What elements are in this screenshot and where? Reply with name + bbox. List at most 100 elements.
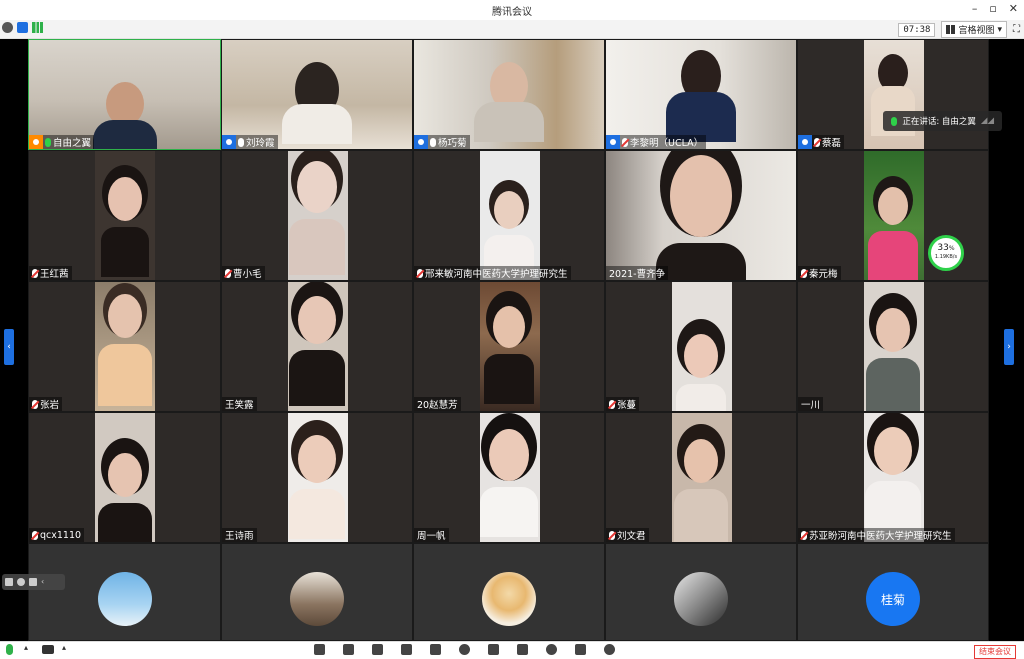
participant-nameplate: 李黎明（UCLA） bbox=[606, 135, 707, 149]
cohost-icon bbox=[798, 135, 812, 149]
participant-figure bbox=[676, 334, 726, 411]
participant-nameplate: 苏亚盼河南中医药大学护理研究生 bbox=[798, 528, 955, 542]
fullscreen-icon[interactable]: ⛶ bbox=[1013, 24, 1020, 35]
camera-button-icon[interactable] bbox=[42, 645, 54, 654]
restore-icon[interactable]: ▫ bbox=[989, 2, 996, 15]
participant-figure bbox=[97, 453, 152, 542]
participant-nameplate: 秦元梅 bbox=[798, 266, 841, 280]
host-icon bbox=[29, 135, 43, 149]
video-tile[interactable]: 蔡磊 bbox=[797, 39, 989, 150]
participant-nameplate: 2021-曹齐争 bbox=[606, 266, 669, 280]
participant-figure bbox=[484, 306, 534, 411]
close-icon[interactable]: ✕ bbox=[1009, 2, 1018, 15]
meeting-toolbar: 07:38 宫格视图 ▾ ⛶ bbox=[0, 20, 1024, 39]
info-icon[interactable] bbox=[2, 22, 13, 33]
participant-figure bbox=[480, 429, 538, 542]
video-tile[interactable]: 自由之翼 bbox=[28, 39, 221, 150]
minimize-icon[interactable]: – bbox=[972, 2, 978, 15]
video-tile[interactable]: 王红茜 bbox=[28, 150, 221, 281]
chevron-down-icon: ▾ bbox=[997, 24, 1002, 35]
title-bar: 腾讯会议 – ▫ ✕ bbox=[0, 0, 1024, 21]
video-tile[interactable]: 邢来敏河南中医药大学护理研究生 bbox=[413, 150, 605, 281]
participant-figure bbox=[97, 294, 152, 411]
avatar-tile[interactable] bbox=[605, 543, 797, 641]
screen-icon[interactable] bbox=[29, 578, 37, 586]
prev-page-button[interactable]: ‹ bbox=[4, 329, 14, 365]
mic-muted-icon bbox=[814, 137, 820, 147]
video-tile[interactable]: 张岩 bbox=[28, 281, 221, 412]
participant-figure bbox=[656, 155, 746, 280]
video-tile[interactable]: 王笑露 bbox=[221, 281, 413, 412]
mic-button-icon[interactable] bbox=[6, 644, 13, 655]
video-tile[interactable]: 李黎明（UCLA） bbox=[605, 39, 797, 150]
chevron-up-icon[interactable]: ▴ bbox=[62, 643, 66, 652]
next-page-button[interactable]: › bbox=[1004, 329, 1014, 365]
participant-nameplate: 张蔓 bbox=[606, 397, 640, 411]
document-icon[interactable] bbox=[575, 644, 586, 655]
floating-controls[interactable]: ‹ bbox=[2, 574, 65, 590]
reaction-icon[interactable] bbox=[546, 644, 557, 655]
participant-nameplate: 曹小毛 bbox=[222, 266, 265, 280]
participant-nameplate: 邢来敏河南中医药大学护理研究生 bbox=[414, 266, 571, 280]
mic-muted-icon bbox=[609, 399, 615, 409]
avatar-tile[interactable] bbox=[221, 543, 413, 641]
video-tile[interactable]: 周一帆 bbox=[413, 412, 605, 543]
mic-muted-icon bbox=[225, 268, 231, 278]
participant-nameplate: qcx1110 bbox=[29, 528, 85, 542]
participant-nameplate: 蔡磊 bbox=[798, 135, 845, 149]
video-tile[interactable]: 杨巧菊 bbox=[413, 39, 605, 150]
chat-icon[interactable] bbox=[430, 644, 441, 655]
members-icon[interactable] bbox=[401, 644, 412, 655]
participant-figure bbox=[674, 439, 728, 542]
video-tile[interactable]: qcx1110 bbox=[28, 412, 221, 543]
participant-figure bbox=[289, 435, 345, 542]
photo-avatar-icon bbox=[290, 572, 344, 626]
mic-muted-icon bbox=[32, 268, 38, 278]
view-switch-button[interactable]: 宫格视图 ▾ bbox=[941, 21, 1007, 38]
avatar-tile[interactable] bbox=[413, 543, 605, 641]
text-avatar: 桂菊 bbox=[866, 572, 920, 626]
participant-nameplate: 张岩 bbox=[29, 397, 63, 411]
cohost-icon bbox=[414, 135, 428, 149]
collapse-icon[interactable]: ‹ bbox=[41, 578, 49, 586]
avatar-tile[interactable]: 桂菊 bbox=[797, 543, 989, 641]
video-tile[interactable]: 王诗雨 bbox=[221, 412, 413, 543]
video-tile[interactable]: 曹小毛 bbox=[221, 150, 413, 281]
cohost-icon bbox=[606, 135, 620, 149]
video-tile[interactable]: 一川 bbox=[797, 281, 989, 412]
participant-figure bbox=[289, 161, 345, 280]
video-tile[interactable]: 刘玲霞 bbox=[221, 39, 413, 150]
share-screen-icon[interactable] bbox=[314, 644, 325, 655]
video-tile[interactable]: 刘文君 bbox=[605, 412, 797, 543]
mic-muted-icon bbox=[32, 399, 38, 409]
shield-icon[interactable] bbox=[17, 22, 28, 33]
record-icon[interactable] bbox=[17, 578, 25, 586]
meeting-timer: 07:38 bbox=[898, 22, 936, 37]
apps-icon[interactable] bbox=[488, 644, 499, 655]
participant-figure bbox=[474, 62, 544, 149]
mic-icon bbox=[238, 137, 244, 147]
video-tile[interactable]: 苏亚盼河南中医药大学护理研究生 bbox=[797, 412, 989, 543]
cartoon-avatar-icon bbox=[482, 572, 536, 626]
participant-figure bbox=[871, 54, 915, 149]
chevron-up-icon[interactable]: ▴ bbox=[24, 643, 28, 652]
video-tile[interactable]: 2021-曹齐争 bbox=[605, 150, 797, 281]
live-icon[interactable] bbox=[517, 644, 528, 655]
security-icon[interactable] bbox=[343, 644, 354, 655]
video-tile[interactable]: 33% 1.19KB/s 秦元梅 bbox=[797, 150, 989, 281]
participant-nameplate: 杨巧菊 bbox=[414, 135, 470, 149]
video-tile[interactable]: 20赵慧芳 bbox=[413, 281, 605, 412]
signal-icon bbox=[32, 22, 43, 33]
layout-icon[interactable] bbox=[5, 578, 13, 586]
record-button-icon[interactable] bbox=[459, 644, 470, 655]
participant-figure bbox=[100, 177, 149, 280]
participant-nameplate: 周一帆 bbox=[414, 528, 449, 542]
cohost-icon bbox=[222, 135, 236, 149]
video-tile[interactable]: 张蔓 bbox=[605, 281, 797, 412]
avatar-tile[interactable] bbox=[28, 543, 221, 641]
settings-gear-icon[interactable] bbox=[604, 644, 615, 655]
mic-muted-icon bbox=[609, 530, 615, 540]
invite-icon[interactable] bbox=[372, 644, 383, 655]
participant-figure bbox=[92, 82, 157, 149]
participant-nameplate: 一川 bbox=[798, 397, 824, 411]
